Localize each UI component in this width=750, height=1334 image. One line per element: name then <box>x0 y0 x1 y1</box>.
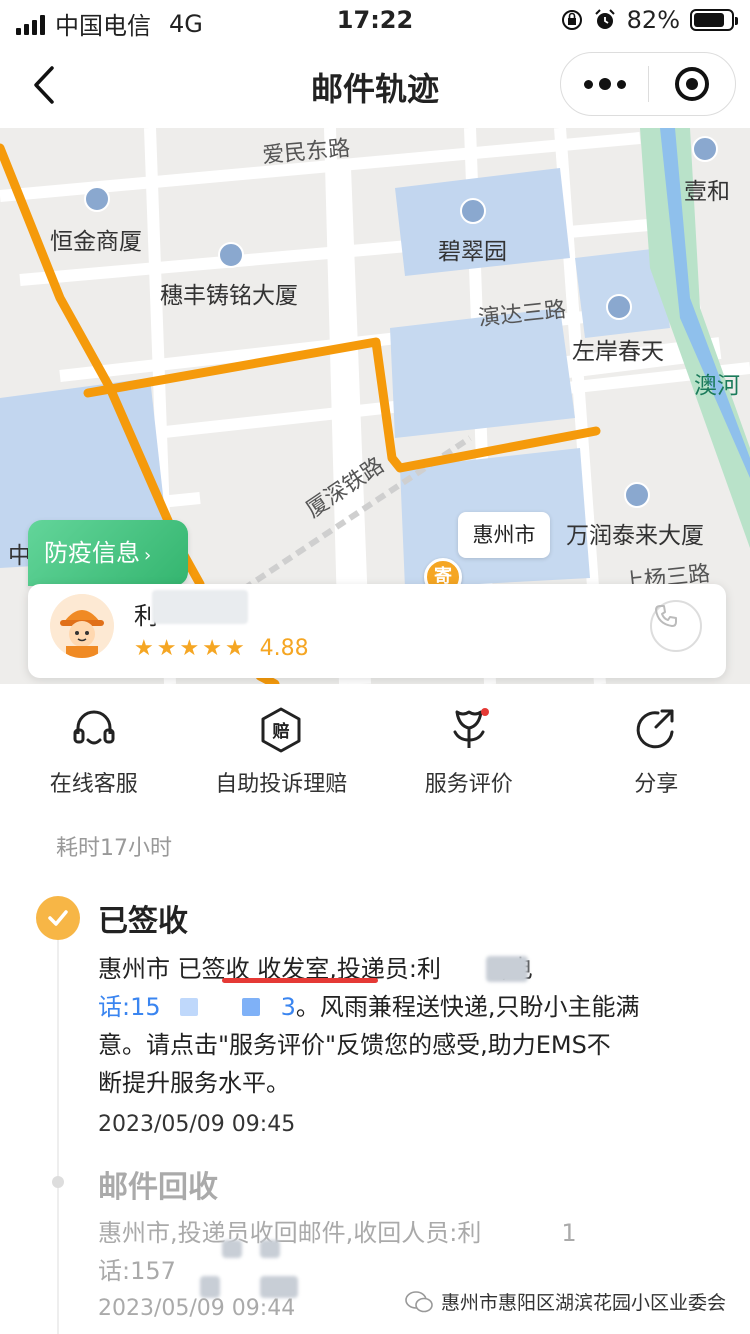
river-label: 澳河 <box>694 373 740 399</box>
call-courier-button[interactable] <box>650 600 702 652</box>
event-line: 话:157 <box>98 1257 176 1285</box>
building-icon <box>692 136 718 162</box>
redaction-mask <box>200 1276 220 1298</box>
share-icon <box>636 709 674 749</box>
event-line: 惠州市,投递员收回邮件,收回人员:利 1 <box>98 1214 708 1252</box>
timeline-dot <box>52 1176 64 1188</box>
event-line: 断提升服务水平。 <box>98 1069 290 1097</box>
action-label: 在线客服 <box>49 772 138 797</box>
star-icon: ★ <box>179 635 200 661</box>
courier-name-mask <box>152 590 248 624</box>
status-bar: 中国电信 4G 17:22 82% <box>0 0 750 44</box>
city-bubble: 惠州市 <box>458 512 550 558</box>
home-icon <box>460 198 486 224</box>
redaction-mask <box>260 1276 298 1298</box>
event-text: 。风雨兼程送快递,只盼小主能满 <box>295 993 640 1021</box>
headset-icon <box>73 710 115 745</box>
action-label: 服务评价 <box>424 772 513 797</box>
status-right: 82% <box>561 6 738 34</box>
mail-track-page: 中国电信 4G 17:22 82% 邮件轨迹 恒金商厦 穗丰铸铭大厦 碧翠园 左… <box>0 0 750 1334</box>
nav-bar: 邮件轨迹 <box>0 44 750 128</box>
courier-avatar <box>50 594 114 658</box>
redaction-mask <box>486 956 528 982</box>
complaint-claim-button[interactable]: 赔 自助投诉理赔 <box>188 706 376 806</box>
event-title: 已签收 <box>98 904 188 939</box>
mini-program-capsule <box>560 52 736 116</box>
target-icon <box>674 67 709 101</box>
star-icon: ★ <box>134 635 154 661</box>
poi-label: 左岸春天 <box>572 339 664 365</box>
epidemic-info-tab[interactable]: 防疫信息 › <box>28 520 188 586</box>
home-icon <box>606 294 632 320</box>
watermark-text: 惠州市惠阳区湖滨花园小区业委会 <box>440 1292 726 1314</box>
elapsed-time: 耗时17小时 <box>56 836 172 861</box>
courier-card: 利 ★ ★ ★ ★ ★ 4.88 <box>28 584 726 678</box>
battery-percent: 82% <box>626 6 680 34</box>
event-text: 1 <box>561 1219 577 1247</box>
poi-label: 碧翠园 <box>438 239 507 265</box>
event-line: 意。请点击"服务评价"反馈您的感受,助力EMS不 <box>98 1031 611 1059</box>
check-icon <box>36 896 80 940</box>
event-title: 邮件回收 <box>98 1170 218 1205</box>
courier-avatar-icon <box>50 594 114 658</box>
rate-flower-icon <box>453 708 489 748</box>
event-phone-tail[interactable]: 3 <box>281 993 296 1021</box>
building-icon <box>218 242 244 268</box>
redaction-mask <box>242 998 260 1016</box>
event-phone-head[interactable]: 话:15 <box>98 993 161 1021</box>
star-icon: ★ <box>202 635 222 661</box>
epidemic-info-label: 防疫信息 <box>44 539 140 567</box>
poi-label: 穗丰铸铭大厦 <box>160 283 298 309</box>
poi-label: 万润泰来大厦 <box>566 523 704 549</box>
highlight-underline <box>222 978 378 983</box>
event-time: 2023/05/09 09:45 <box>98 1112 296 1137</box>
action-row: 在线客服 赔 自助投诉理赔 服务评价 分享 <box>0 706 750 806</box>
close-mini-program-button[interactable] <box>649 53 735 115</box>
poi-label: 恒金商厦 <box>50 229 142 255</box>
phone-icon <box>655 605 677 627</box>
poi-label: 壹和 <box>684 179 730 205</box>
building-icon <box>624 482 650 508</box>
timeline-line <box>57 935 59 1334</box>
action-label: 分享 <box>634 772 679 797</box>
event-line: 惠州市 已签收 收发室,投递员:利,电 <box>98 950 708 988</box>
share-button[interactable]: 分享 <box>563 706 750 806</box>
battery-icon <box>690 9 738 31</box>
compensation-badge-icon: 赔 <box>261 707 301 753</box>
star-icon: ★ <box>156 635 177 661</box>
svg-text:赔: 赔 <box>273 721 290 742</box>
event-text: 惠州市,投递员收回邮件,收回人员:利 <box>98 1219 482 1247</box>
battery-fill <box>694 13 724 27</box>
redaction-mask <box>180 998 198 1016</box>
chevron-right-icon: › <box>144 545 152 566</box>
building-icon <box>84 186 110 212</box>
alarm-icon <box>594 9 615 29</box>
route-map[interactable]: 恒金商厦 穗丰铸铭大厦 碧翠园 左岸春天 壹和 万润泰来大厦 中 澳河 爱民东路… <box>0 128 750 684</box>
wechat-icon <box>405 1290 433 1312</box>
rotation-lock-icon <box>561 10 582 30</box>
more-button[interactable] <box>561 53 648 115</box>
watermark: 惠州市惠阳区湖滨花园小区业委会 <box>405 1288 726 1315</box>
star-icon: ★ <box>224 635 245 661</box>
courier-rating: ★ ★ ★ ★ ★ 4.88 <box>134 636 309 661</box>
rating-value: 4.88 <box>259 636 309 661</box>
action-label: 自助投诉理赔 <box>215 772 348 797</box>
service-rating-button[interactable]: 服务评价 <box>375 706 563 806</box>
event-time: 2023/05/09 09:44 <box>98 1296 296 1321</box>
online-service-button[interactable]: 在线客服 <box>0 706 188 806</box>
